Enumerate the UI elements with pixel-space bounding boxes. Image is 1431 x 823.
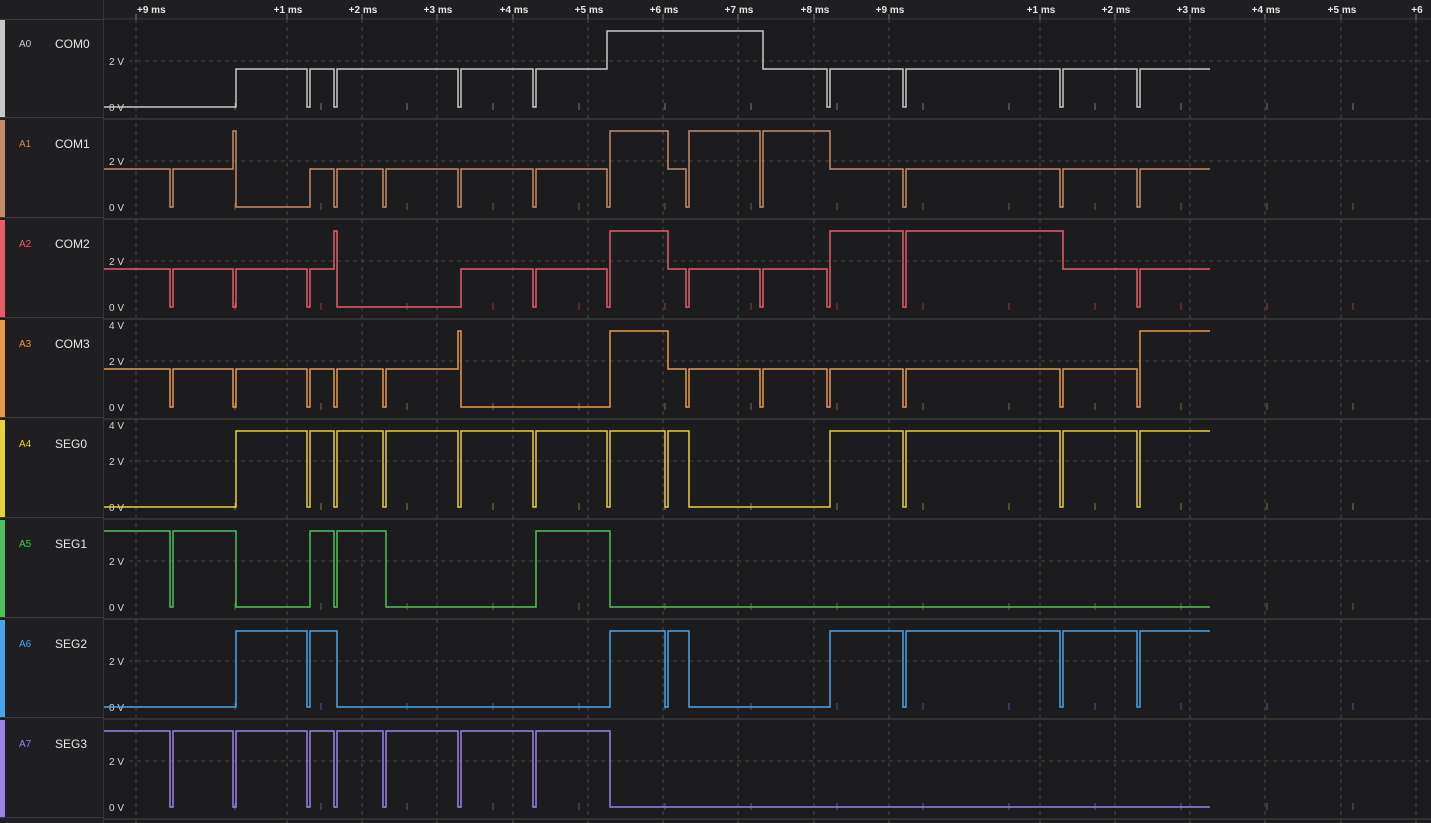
voltage-axis-label: 0 V — [109, 103, 124, 114]
voltage-axis-label: 2 V — [109, 557, 124, 568]
voltage-axis-label: 0 V — [109, 603, 124, 614]
voltage-axis-label: 2 V — [109, 57, 124, 68]
waveform-com2 — [104, 230, 1210, 308]
channel-name[interactable]: SEG2 — [55, 637, 87, 651]
channel-id: A3 — [19, 339, 32, 350]
time-tick-label: +1 ms — [274, 5, 303, 16]
voltage-axis-label: 2 V — [109, 757, 124, 768]
channel-label-a4[interactable]: A4 SEG0 — [0, 419, 103, 518]
channel-color-swatch — [0, 720, 5, 817]
time-tick-label: +9 ms — [876, 5, 905, 16]
channel-name[interactable]: COM3 — [55, 337, 90, 351]
channel-id: A1 — [19, 139, 32, 150]
time-tick-label: +8 ms — [801, 5, 830, 16]
channel-name[interactable]: SEG3 — [55, 737, 87, 751]
waveform-seg1 — [104, 530, 1210, 608]
voltage-axis-label: 2 V — [109, 257, 124, 268]
voltage-axis-label: 2 V — [109, 657, 124, 668]
channel-label-a5[interactable]: A5 SEG1 — [0, 519, 103, 618]
voltage-axis-label: 0 V — [109, 303, 124, 314]
time-tick-label: +6 — [1411, 5, 1423, 16]
channel-name[interactable]: COM1 — [55, 137, 90, 151]
time-tick-label: +5 ms — [575, 5, 604, 16]
voltage-axis-label: 4 V — [109, 421, 124, 432]
channel-color-swatch — [0, 620, 5, 717]
channel-id: A5 — [19, 539, 32, 550]
channel-label-a6[interactable]: A6 SEG2 — [0, 619, 103, 718]
channel-label-a0[interactable]: A0 COM0 — [0, 19, 103, 118]
voltage-axis-label: 0 V — [109, 503, 124, 514]
ruler-corner — [0, 0, 103, 20]
waveform-com1 — [104, 130, 1210, 208]
voltage-axis-label: 2 V — [109, 157, 124, 168]
time-tick-label: +9 ms — [137, 5, 166, 16]
channel-id: A2 — [19, 239, 32, 250]
time-tick-label: +7 ms — [725, 5, 754, 16]
time-tick-label: +6 ms — [650, 5, 679, 16]
channel-name[interactable]: COM0 — [55, 37, 90, 51]
channel-name[interactable]: COM2 — [55, 237, 90, 251]
waveform-seg3 — [104, 730, 1210, 808]
time-tick-label: +4 ms — [1252, 5, 1281, 16]
channel-id: A6 — [19, 639, 32, 650]
channel-id: A4 — [19, 439, 32, 450]
waveform-com0 — [104, 30, 1210, 108]
channel-label-a7[interactable]: A7 SEG3 — [0, 719, 103, 818]
voltage-axis-label: 0 V — [109, 203, 124, 214]
channel-sidebar: A0 COM0 A1 COM1 A2 COM2 A3 COM3 A4 SEG0 A5 SEG1 A6 SE… — [0, 0, 104, 823]
time-tick-label: +1 ms — [1027, 5, 1056, 16]
channel-color-swatch — [0, 20, 5, 117]
waveform-seg2 — [104, 630, 1210, 708]
channel-label-a3[interactable]: A3 COM3 — [0, 319, 103, 418]
voltage-axis-label: 0 V — [109, 403, 124, 414]
time-tick-label: +2 ms — [349, 5, 378, 16]
voltage-axis-label: 0 V — [109, 803, 124, 814]
channel-name[interactable]: SEG1 — [55, 537, 87, 551]
channel-color-swatch — [0, 520, 5, 617]
waveform-seg0 — [104, 430, 1210, 508]
channel-id: A7 — [19, 739, 32, 750]
waveform-plot[interactable]: +9 ms +1 ms +2 ms +3 ms +4 ms +5 ms +6 ms +7 ms… — [0, 0, 1431, 823]
voltage-axis-label: 0 V — [109, 703, 124, 714]
voltage-axis-label: 4 V — [109, 321, 124, 332]
channel-id: A0 — [19, 39, 32, 50]
voltage-axis-label: 2 V — [109, 457, 124, 468]
channel-color-swatch — [0, 120, 5, 217]
channel-label-a1[interactable]: A1 COM1 — [0, 119, 103, 218]
time-tick-label: +4 ms — [500, 5, 529, 16]
channel-color-swatch — [0, 320, 5, 417]
channel-label-a2[interactable]: A2 COM2 — [0, 219, 103, 318]
time-tick-label: +3 ms — [424, 5, 453, 16]
time-tick-label: +5 ms — [1328, 5, 1357, 16]
channel-color-swatch — [0, 220, 5, 317]
voltage-axis-label: 2 V — [109, 357, 124, 368]
time-tick-label: +2 ms — [1102, 5, 1131, 16]
channel-color-swatch — [0, 420, 5, 517]
time-tick-label: +3 ms — [1177, 5, 1206, 16]
waveform-com3 — [104, 330, 1210, 408]
channel-name[interactable]: SEG0 — [55, 437, 87, 451]
